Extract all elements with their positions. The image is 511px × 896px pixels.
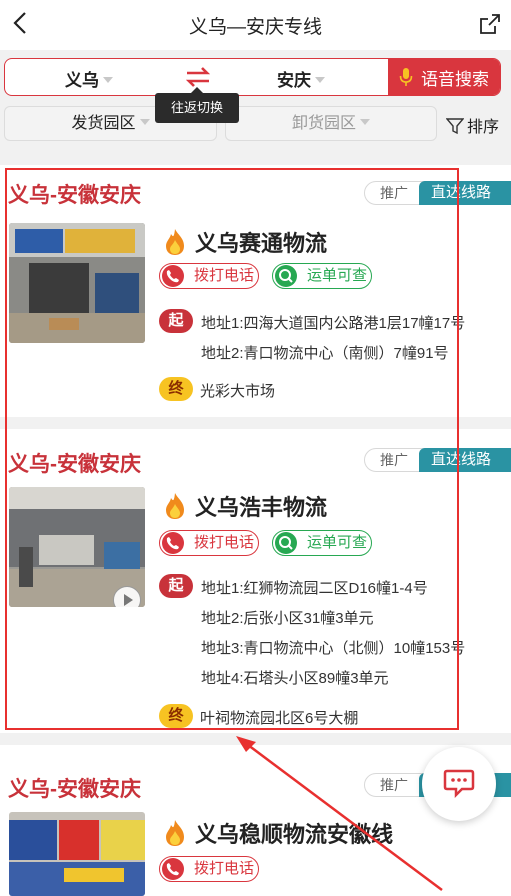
direct-line-badge: 直达线路 bbox=[419, 181, 511, 205]
caret-down-icon bbox=[315, 77, 325, 83]
share-button[interactable] bbox=[478, 12, 502, 36]
line-card[interactable]: 义乌-安徽安庆 推广 直达线路 义乌浩丰物流 拨打电话 运单可查 起 地址1:红… bbox=[0, 429, 511, 733]
fire-icon bbox=[166, 493, 184, 519]
call-button[interactable]: 拨打电话 bbox=[159, 263, 259, 289]
page: 义乌—安庆专线 义乌 安庆 语音搜索 往返切换 发货园区 卸货园区 排序 义乌-… bbox=[0, 0, 511, 896]
divider bbox=[0, 153, 511, 165]
sort-label: 排序 bbox=[467, 119, 500, 136]
phone-icon bbox=[162, 858, 184, 880]
chat-icon bbox=[443, 769, 475, 799]
sort-button[interactable]: 排序 bbox=[445, 113, 500, 137]
company-name-text: 义乌赛通物流 bbox=[195, 231, 328, 256]
divider bbox=[0, 417, 511, 429]
share-icon bbox=[480, 14, 500, 34]
destination-select[interactable]: 安庆 bbox=[277, 66, 325, 91]
company-photo bbox=[9, 812, 145, 896]
caret-down-icon bbox=[139, 119, 150, 125]
annotation-arrow bbox=[236, 736, 443, 892]
recv-park-filter[interactable]: 卸货园区 bbox=[225, 106, 437, 141]
end-tag: 终 bbox=[159, 377, 193, 401]
line-card[interactable]: 义乌-安徽安庆 推广 直达线路 义乌赛通物流 拨打电话 运单可查 起 地址1:四 bbox=[0, 165, 511, 417]
end-tag: 终 bbox=[159, 704, 193, 728]
top-bar: 义乌—安庆专线 bbox=[0, 0, 511, 50]
track-waybill-button[interactable]: 运单可查 bbox=[272, 530, 372, 556]
voice-search-button[interactable]: 语音搜索 bbox=[388, 59, 500, 95]
page-title: 义乌—安庆专线 bbox=[188, 17, 322, 38]
destination-label: 安庆 bbox=[277, 71, 311, 90]
track-label: 运单可查 bbox=[307, 267, 368, 284]
call-label: 拨打电话 bbox=[194, 267, 255, 284]
phone-icon bbox=[162, 532, 184, 554]
swap-tooltip: 往返切换 bbox=[155, 87, 239, 123]
fire-icon bbox=[166, 820, 184, 846]
swap-button[interactable] bbox=[183, 65, 213, 89]
phone-icon bbox=[162, 265, 184, 287]
promo-badge: 推广 bbox=[364, 181, 426, 205]
recv-park-label: 卸货园区 bbox=[291, 115, 356, 132]
origin-address: 地址2:后张小区31幢3单元 bbox=[201, 610, 374, 627]
company-photo bbox=[9, 223, 145, 343]
call-label: 拨打电话 bbox=[194, 534, 255, 551]
origin-label: 义乌 bbox=[65, 71, 99, 90]
route-title: 义乌-安徽安庆 bbox=[8, 453, 141, 476]
call-button[interactable]: 拨打电话 bbox=[159, 530, 259, 556]
send-park-label: 发货园区 bbox=[71, 115, 136, 132]
origin-address: 地址3:青口物流中心（北侧）10幢153号 bbox=[201, 640, 466, 657]
track-waybill-button[interactable]: 运单可查 bbox=[272, 263, 372, 289]
caret-down-icon bbox=[103, 77, 113, 83]
route-search-bar: 义乌 安庆 语音搜索 bbox=[4, 58, 501, 96]
start-tag: 起 bbox=[159, 574, 193, 598]
company-name: 义乌浩丰物流 bbox=[163, 490, 327, 522]
microphone-icon bbox=[399, 68, 413, 86]
track-label: 运单可查 bbox=[307, 534, 368, 551]
filter-funnel-icon bbox=[445, 118, 465, 135]
route-title: 义乌-安徽安庆 bbox=[8, 184, 141, 207]
origin-select[interactable]: 义乌 bbox=[65, 66, 113, 91]
search-icon bbox=[275, 532, 297, 554]
company-name-text: 义乌浩丰物流 bbox=[195, 495, 328, 520]
destination-address: 光彩大市场 bbox=[200, 383, 276, 400]
origin-address: 地址1:红狮物流园二区D16幢1-4号 bbox=[201, 580, 428, 597]
route-title: 义乌-安徽安庆 bbox=[8, 778, 141, 801]
origin-address: 地址2:青口物流中心（南侧）7幢91号 bbox=[201, 345, 449, 362]
search-icon bbox=[275, 265, 297, 287]
origin-address: 地址4:石塔头小区89幢3单元 bbox=[201, 670, 389, 687]
voice-search-label: 语音搜索 bbox=[421, 69, 489, 89]
chat-button[interactable] bbox=[422, 747, 496, 821]
play-icon[interactable] bbox=[113, 586, 141, 607]
promo-badge: 推广 bbox=[364, 448, 426, 472]
company-name: 义乌赛通物流 bbox=[163, 226, 327, 258]
start-tag: 起 bbox=[159, 309, 193, 333]
direct-line-badge: 直达线路 bbox=[419, 448, 511, 472]
caret-down-icon bbox=[360, 119, 370, 125]
fire-icon bbox=[166, 229, 184, 255]
company-video[interactable] bbox=[9, 487, 145, 607]
destination-address: 叶祠物流园北区6号大棚 bbox=[200, 710, 359, 727]
origin-address: 地址1:四海大道国内公路港1层17幢17号 bbox=[201, 315, 466, 332]
swap-icon bbox=[185, 67, 211, 87]
